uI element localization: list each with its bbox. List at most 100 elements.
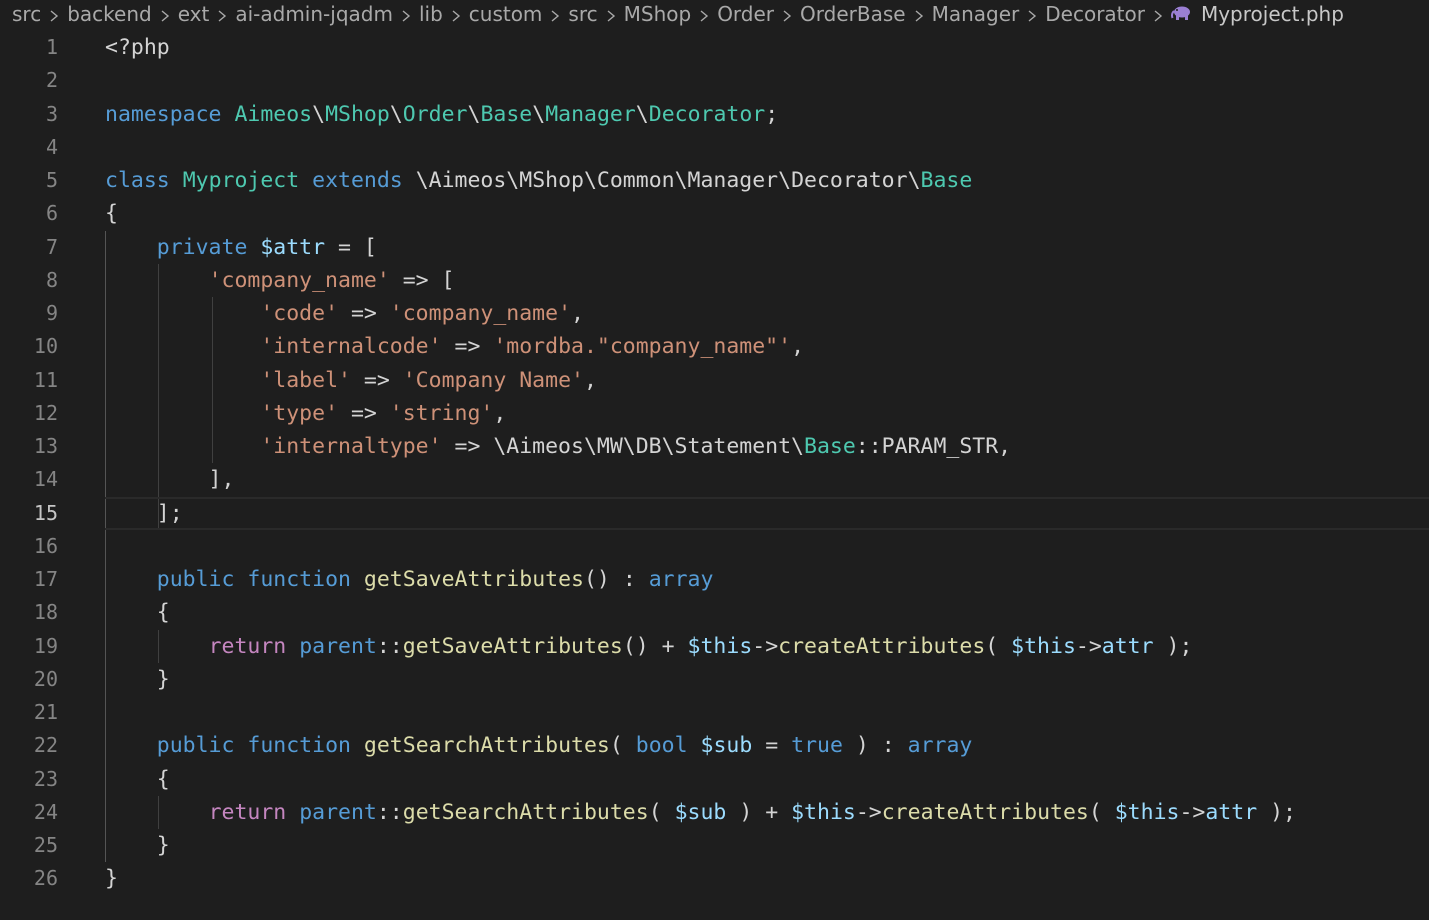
- code-token: getSaveAttributes: [363, 567, 584, 592]
- code-line[interactable]: 16: [0, 530, 1429, 563]
- breadcrumb-item[interactable]: lib: [419, 2, 443, 26]
- breadcrumb-item[interactable]: src: [568, 2, 597, 26]
- line-code: public function getSearchAttributes( boo…: [105, 729, 973, 762]
- code-token: }: [105, 833, 170, 858]
- code-line[interactable]: 26}: [0, 862, 1429, 895]
- code-token: true: [791, 733, 843, 759]
- code-line[interactable]: 8 'company_name' => [: [0, 264, 1429, 297]
- code-token: $this: [1011, 633, 1076, 659]
- code-line[interactable]: 12 'type' => 'string',: [0, 397, 1429, 430]
- code-token: public: [156, 733, 235, 759]
- code-token: (: [1088, 799, 1115, 825]
- line-number: 9: [45, 301, 58, 325]
- code-line[interactable]: 14 ],: [0, 463, 1429, 496]
- chevron-right-icon: [152, 2, 178, 26]
- code-token: return: [208, 633, 287, 659]
- code-token: Base: [804, 434, 856, 459]
- code-line[interactable]: 22 public function getSearchAttributes( …: [0, 729, 1429, 762]
- code-line[interactable]: 1 <?php: [0, 31, 1429, 64]
- line-code: ];: [105, 497, 183, 530]
- code-line[interactable]: 17 public function getSaveAttributes() :…: [0, 563, 1429, 596]
- breadcrumb-item[interactable]: src: [12, 2, 41, 26]
- code-editor[interactable]: 1 <?php 2 3 namespace Aimeos\MShop\Order\Bas…: [0, 31, 1429, 920]
- breadcrumb-file[interactable]: Myproject.php: [1201, 2, 1344, 26]
- breadcrumb-item[interactable]: custom: [469, 2, 543, 26]
- line-number: 21: [33, 700, 58, 724]
- code-token: $this: [1114, 799, 1180, 825]
- code-token: {: [105, 766, 170, 792]
- code-line[interactable]: 19 return parent::getSaveAttributes() + …: [0, 630, 1429, 663]
- line-code: 'internaltype' => \Aimeos\MW\DB\Statemen…: [105, 430, 1011, 463]
- code-line[interactable]: 6{: [0, 197, 1429, 230]
- breadcrumb-item[interactable]: MShop: [624, 2, 692, 26]
- line-number: 17: [33, 567, 58, 591]
- chevron-right-icon: [443, 2, 469, 26]
- breadcrumb-item[interactable]: Decorator: [1045, 2, 1145, 26]
- code-line[interactable]: 15 ];: [0, 496, 1429, 531]
- code-token: );: [1153, 633, 1193, 659]
- breadcrumb-item[interactable]: Order: [717, 2, 774, 26]
- code-token: =>: [338, 301, 390, 326]
- code-line[interactable]: 25 }: [0, 829, 1429, 862]
- line-code: return parent::getSaveAttributes() + $th…: [105, 630, 1193, 663]
- code-token: bool: [635, 733, 688, 759]
- code-line[interactable]: 24 return parent::getSearchAttributes( $…: [0, 796, 1429, 829]
- code-line[interactable]: 13 'internaltype' => \Aimeos\MW\DB\State…: [0, 430, 1429, 463]
- code-token: 'string': [389, 400, 494, 426]
- line-number: 4: [45, 134, 58, 159]
- breadcrumb-item[interactable]: OrderBase: [800, 2, 906, 26]
- code-token: ->: [752, 633, 779, 659]
- code-token: }: [105, 666, 170, 692]
- line-number: 12: [33, 400, 58, 425]
- code-token: ::: [376, 633, 403, 659]
- code-token: ,: [583, 367, 597, 393]
- code-token: {: [105, 600, 170, 626]
- code-token: ],: [105, 467, 235, 493]
- code-token: 'code': [260, 301, 339, 326]
- code-line[interactable]: 5 class Myproject extends \Aimeos\MShop\C…: [0, 164, 1429, 197]
- line-number: 20: [33, 666, 58, 691]
- line-number: 5: [45, 168, 58, 192]
- code-token: => \Aimeos\MW\DB\Statement\: [441, 434, 805, 459]
- line-code: class Myproject extends \Aimeos\MShop\Co…: [105, 164, 972, 197]
- code-line[interactable]: 2: [0, 64, 1429, 97]
- code-token: ->: [1075, 633, 1102, 659]
- line-code: 'company_name' => [: [105, 264, 455, 297]
- code-token: parent: [299, 633, 377, 659]
- code-line[interactable]: 10 'internalcode' => 'mordba."company_na…: [0, 330, 1429, 363]
- code-line[interactable]: 21: [0, 696, 1429, 729]
- code-token: 'mordba."company_name"': [493, 334, 792, 360]
- code-line[interactable]: 3 namespace Aimeos\MShop\Order\Base\Manag…: [0, 98, 1429, 131]
- code-token: 'Company Name': [402, 367, 584, 393]
- code-line[interactable]: 23 {: [0, 763, 1429, 796]
- code-line[interactable]: 7 private $attr = [: [0, 231, 1429, 264]
- code-line[interactable]: 11 'label' => 'Company Name',: [0, 364, 1429, 397]
- breadcrumb-item[interactable]: backend: [67, 2, 152, 26]
- breadcrumb-item[interactable]: ext: [178, 2, 210, 26]
- code-token: \: [389, 101, 403, 127]
- line-code: return parent::getSearchAttributes( $sub…: [105, 796, 1296, 829]
- code-line[interactable]: 18 {: [0, 596, 1429, 629]
- code-line[interactable]: 20 }: [0, 663, 1429, 696]
- code-line[interactable]: 9 'code' => 'company_name',: [0, 297, 1429, 330]
- breadcrumb-item[interactable]: Manager: [932, 2, 1020, 26]
- code-line[interactable]: 4: [0, 131, 1429, 164]
- breadcrumb-item[interactable]: ai-admin-jqadm: [235, 2, 393, 26]
- php-elephant-icon: [1170, 2, 1193, 26]
- code-token: parent: [299, 799, 377, 825]
- code-token: function: [247, 733, 351, 759]
- line-number: 26: [33, 866, 58, 891]
- code-token: () :: [583, 567, 649, 592]
